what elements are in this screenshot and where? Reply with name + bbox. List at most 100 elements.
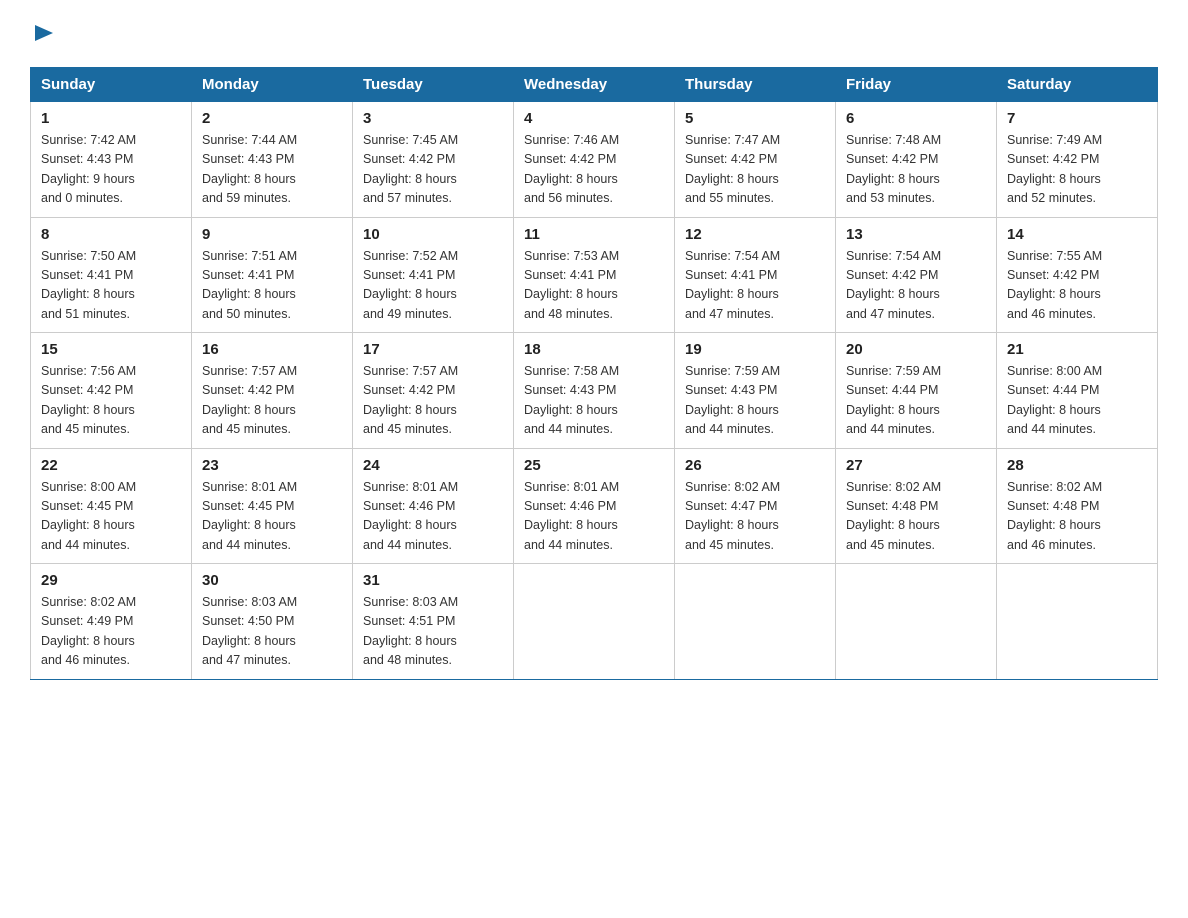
day-number: 16 <box>202 341 342 358</box>
day-number: 3 <box>363 110 503 127</box>
day-number: 22 <box>41 457 181 474</box>
day-info: Sunrise: 7:49 AMSunset: 4:42 PMDaylight:… <box>1007 133 1102 205</box>
day-info: Sunrise: 8:03 AMSunset: 4:50 PMDaylight:… <box>202 595 297 667</box>
day-number: 15 <box>41 341 181 358</box>
calendar-cell: 2 Sunrise: 7:44 AMSunset: 4:43 PMDayligh… <box>192 102 353 218</box>
calendar-cell: 17 Sunrise: 7:57 AMSunset: 4:42 PMDaylig… <box>353 333 514 449</box>
day-number: 23 <box>202 457 342 474</box>
day-number: 9 <box>202 226 342 243</box>
day-info: Sunrise: 7:59 AMSunset: 4:44 PMDaylight:… <box>846 364 941 436</box>
day-info: Sunrise: 8:02 AMSunset: 4:49 PMDaylight:… <box>41 595 136 667</box>
day-info: Sunrise: 8:00 AMSunset: 4:45 PMDaylight:… <box>41 480 136 552</box>
day-info: Sunrise: 7:51 AMSunset: 4:41 PMDaylight:… <box>202 249 297 321</box>
calendar-cell: 3 Sunrise: 7:45 AMSunset: 4:42 PMDayligh… <box>353 102 514 218</box>
weekday-header-sunday: Sunday <box>31 68 192 102</box>
calendar-cell: 26 Sunrise: 8:02 AMSunset: 4:47 PMDaylig… <box>675 448 836 564</box>
calendar-cell <box>514 564 675 680</box>
day-info: Sunrise: 7:55 AMSunset: 4:42 PMDaylight:… <box>1007 249 1102 321</box>
calendar-cell: 29 Sunrise: 8:02 AMSunset: 4:49 PMDaylig… <box>31 564 192 680</box>
weekday-header-saturday: Saturday <box>997 68 1158 102</box>
day-info: Sunrise: 8:02 AMSunset: 4:47 PMDaylight:… <box>685 480 780 552</box>
calendar-cell: 11 Sunrise: 7:53 AMSunset: 4:41 PMDaylig… <box>514 217 675 333</box>
day-info: Sunrise: 8:02 AMSunset: 4:48 PMDaylight:… <box>1007 480 1102 552</box>
day-info: Sunrise: 7:59 AMSunset: 4:43 PMDaylight:… <box>685 364 780 436</box>
day-number: 30 <box>202 572 342 589</box>
calendar-cell: 21 Sunrise: 8:00 AMSunset: 4:44 PMDaylig… <box>997 333 1158 449</box>
day-number: 28 <box>1007 457 1147 474</box>
day-info: Sunrise: 8:01 AMSunset: 4:46 PMDaylight:… <box>363 480 458 552</box>
calendar-cell: 24 Sunrise: 8:01 AMSunset: 4:46 PMDaylig… <box>353 448 514 564</box>
day-number: 14 <box>1007 226 1147 243</box>
day-info: Sunrise: 7:56 AMSunset: 4:42 PMDaylight:… <box>41 364 136 436</box>
calendar-cell: 18 Sunrise: 7:58 AMSunset: 4:43 PMDaylig… <box>514 333 675 449</box>
day-number: 25 <box>524 457 664 474</box>
day-info: Sunrise: 7:47 AMSunset: 4:42 PMDaylight:… <box>685 133 780 205</box>
logo-triangle-icon <box>33 22 55 49</box>
weekday-header-friday: Friday <box>836 68 997 102</box>
day-number: 18 <box>524 341 664 358</box>
day-number: 20 <box>846 341 986 358</box>
day-info: Sunrise: 7:44 AMSunset: 4:43 PMDaylight:… <box>202 133 297 205</box>
calendar-week-row: 8 Sunrise: 7:50 AMSunset: 4:41 PMDayligh… <box>31 217 1158 333</box>
weekday-header-wednesday: Wednesday <box>514 68 675 102</box>
calendar-cell <box>675 564 836 680</box>
calendar-cell: 31 Sunrise: 8:03 AMSunset: 4:51 PMDaylig… <box>353 564 514 680</box>
calendar-week-row: 1 Sunrise: 7:42 AMSunset: 4:43 PMDayligh… <box>31 102 1158 218</box>
calendar-cell: 20 Sunrise: 7:59 AMSunset: 4:44 PMDaylig… <box>836 333 997 449</box>
page-header <box>30 20 1158 47</box>
day-info: Sunrise: 7:42 AMSunset: 4:43 PMDaylight:… <box>41 133 136 205</box>
calendar-cell: 10 Sunrise: 7:52 AMSunset: 4:41 PMDaylig… <box>353 217 514 333</box>
day-info: Sunrise: 7:58 AMSunset: 4:43 PMDaylight:… <box>524 364 619 436</box>
day-info: Sunrise: 7:45 AMSunset: 4:42 PMDaylight:… <box>363 133 458 205</box>
calendar-cell: 30 Sunrise: 8:03 AMSunset: 4:50 PMDaylig… <box>192 564 353 680</box>
calendar-cell: 28 Sunrise: 8:02 AMSunset: 4:48 PMDaylig… <box>997 448 1158 564</box>
day-info: Sunrise: 8:01 AMSunset: 4:45 PMDaylight:… <box>202 480 297 552</box>
day-number: 21 <box>1007 341 1147 358</box>
calendar-cell: 8 Sunrise: 7:50 AMSunset: 4:41 PMDayligh… <box>31 217 192 333</box>
day-info: Sunrise: 8:03 AMSunset: 4:51 PMDaylight:… <box>363 595 458 667</box>
day-info: Sunrise: 7:54 AMSunset: 4:42 PMDaylight:… <box>846 249 941 321</box>
day-number: 11 <box>524 226 664 243</box>
day-info: Sunrise: 8:01 AMSunset: 4:46 PMDaylight:… <box>524 480 619 552</box>
calendar-cell: 5 Sunrise: 7:47 AMSunset: 4:42 PMDayligh… <box>675 102 836 218</box>
day-number: 6 <box>846 110 986 127</box>
calendar-cell: 6 Sunrise: 7:48 AMSunset: 4:42 PMDayligh… <box>836 102 997 218</box>
weekday-header-monday: Monday <box>192 68 353 102</box>
day-number: 2 <box>202 110 342 127</box>
calendar-cell <box>997 564 1158 680</box>
day-number: 27 <box>846 457 986 474</box>
day-number: 8 <box>41 226 181 243</box>
calendar-cell: 12 Sunrise: 7:54 AMSunset: 4:41 PMDaylig… <box>675 217 836 333</box>
day-info: Sunrise: 7:52 AMSunset: 4:41 PMDaylight:… <box>363 249 458 321</box>
weekday-header-tuesday: Tuesday <box>353 68 514 102</box>
day-number: 29 <box>41 572 181 589</box>
day-number: 7 <box>1007 110 1147 127</box>
day-number: 1 <box>41 110 181 127</box>
day-number: 17 <box>363 341 503 358</box>
calendar-header-row: SundayMondayTuesdayWednesdayThursdayFrid… <box>31 68 1158 102</box>
calendar-table: SundayMondayTuesdayWednesdayThursdayFrid… <box>30 67 1158 680</box>
calendar-cell: 22 Sunrise: 8:00 AMSunset: 4:45 PMDaylig… <box>31 448 192 564</box>
day-info: Sunrise: 7:48 AMSunset: 4:42 PMDaylight:… <box>846 133 941 205</box>
day-number: 19 <box>685 341 825 358</box>
calendar-cell: 23 Sunrise: 8:01 AMSunset: 4:45 PMDaylig… <box>192 448 353 564</box>
day-info: Sunrise: 7:53 AMSunset: 4:41 PMDaylight:… <box>524 249 619 321</box>
logo <box>30 20 55 47</box>
day-number: 24 <box>363 457 503 474</box>
calendar-cell: 7 Sunrise: 7:49 AMSunset: 4:42 PMDayligh… <box>997 102 1158 218</box>
calendar-cell: 13 Sunrise: 7:54 AMSunset: 4:42 PMDaylig… <box>836 217 997 333</box>
day-info: Sunrise: 7:46 AMSunset: 4:42 PMDaylight:… <box>524 133 619 205</box>
day-number: 4 <box>524 110 664 127</box>
day-number: 31 <box>363 572 503 589</box>
day-number: 26 <box>685 457 825 474</box>
calendar-cell: 19 Sunrise: 7:59 AMSunset: 4:43 PMDaylig… <box>675 333 836 449</box>
calendar-cell: 16 Sunrise: 7:57 AMSunset: 4:42 PMDaylig… <box>192 333 353 449</box>
calendar-week-row: 22 Sunrise: 8:00 AMSunset: 4:45 PMDaylig… <box>31 448 1158 564</box>
day-info: Sunrise: 7:57 AMSunset: 4:42 PMDaylight:… <box>363 364 458 436</box>
day-number: 12 <box>685 226 825 243</box>
day-info: Sunrise: 8:00 AMSunset: 4:44 PMDaylight:… <box>1007 364 1102 436</box>
weekday-header-thursday: Thursday <box>675 68 836 102</box>
calendar-cell <box>836 564 997 680</box>
day-number: 10 <box>363 226 503 243</box>
day-info: Sunrise: 7:50 AMSunset: 4:41 PMDaylight:… <box>41 249 136 321</box>
